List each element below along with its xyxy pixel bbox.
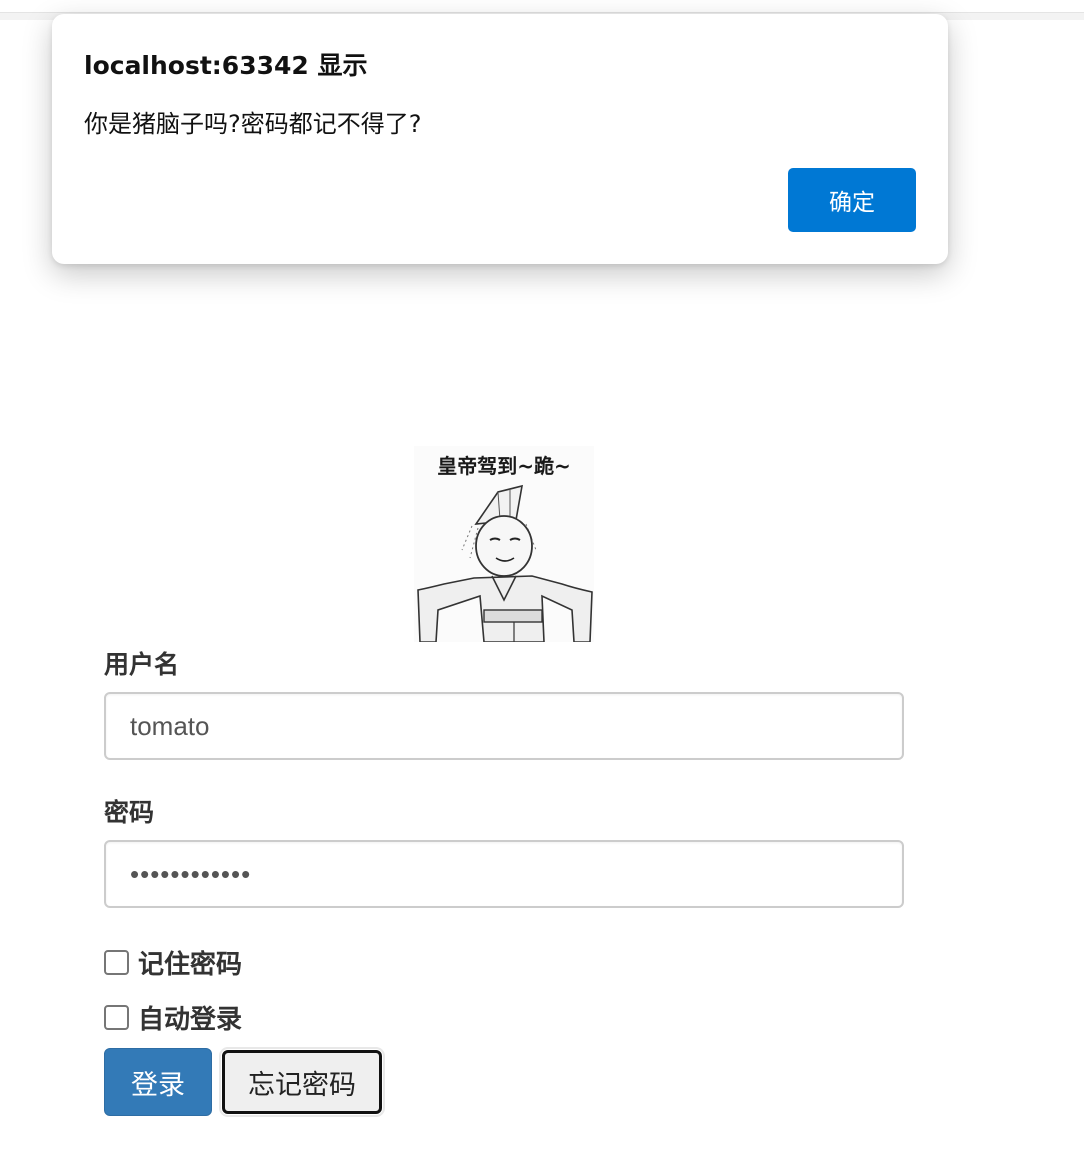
password-label: 密码 [104, 798, 155, 827]
auto-login-label: 自动登录 [138, 1004, 243, 1035]
auto-login-row: 自动登录 [104, 1000, 243, 1035]
emperor-meme-image: 皇帝驾到~跪~ [414, 446, 594, 642]
username-input[interactable] [104, 692, 904, 760]
forgot-password-button[interactable]: 忘记密码 [219, 1047, 385, 1117]
login-button[interactable]: 登录 [104, 1048, 212, 1116]
remember-password-label: 记住密码 [138, 949, 243, 980]
alert-ok-button[interactable]: 确定 [788, 168, 916, 232]
password-input[interactable] [104, 840, 904, 908]
emperor-drawing [417, 484, 593, 642]
remember-password-row: 记住密码 [104, 945, 243, 980]
page: localhost:63342 显示 你是猪脑子吗?密码都记不得了? 确定 皇帝… [0, 0, 1084, 1166]
alert-message: 你是猪脑子吗?密码都记不得了? [84, 110, 422, 138]
alert-title: localhost:63342 显示 [84, 51, 368, 80]
alert-dialog: localhost:63342 显示 你是猪脑子吗?密码都记不得了? 确定 [52, 14, 948, 264]
remember-password-checkbox[interactable] [104, 949, 129, 975]
auto-login-checkbox[interactable] [104, 1004, 129, 1030]
image-caption: 皇帝驾到~跪~ [437, 454, 571, 478]
username-label: 用户名 [104, 650, 180, 679]
